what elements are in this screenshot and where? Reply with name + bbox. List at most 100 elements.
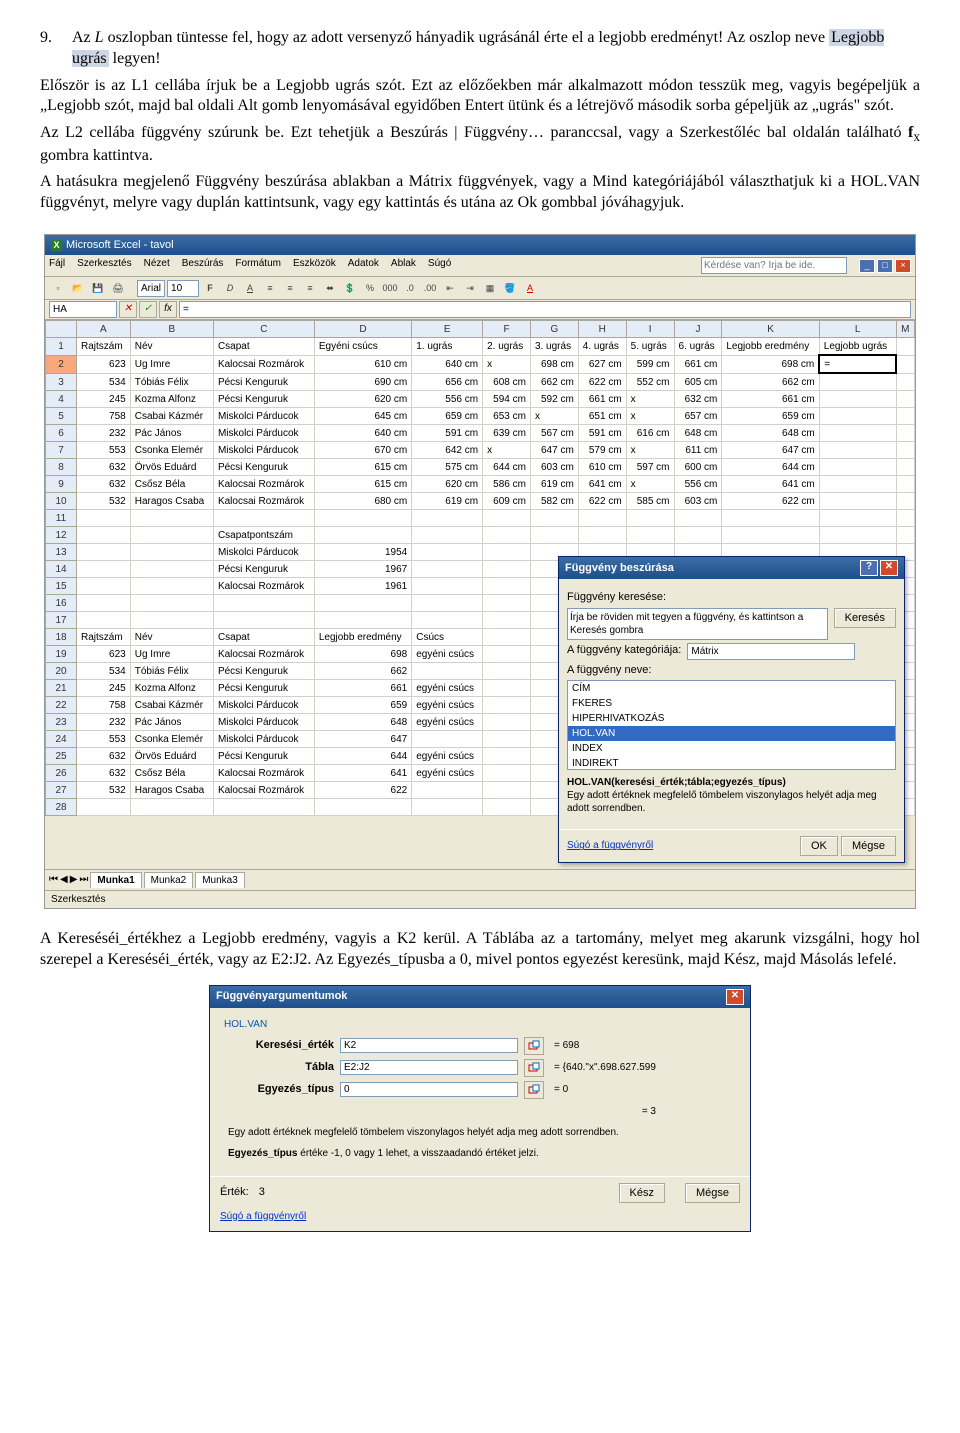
col-header[interactable]: J (674, 321, 722, 338)
cell[interactable]: egyéni csúcs (412, 748, 483, 765)
cell[interactable] (483, 663, 531, 680)
cell[interactable]: 661 (314, 680, 411, 697)
cell[interactable]: Miskolci Párducok (213, 544, 314, 561)
function-list-item[interactable]: FKERES (568, 696, 895, 711)
cancel-formula-icon[interactable]: ✕ (119, 301, 137, 318)
cell[interactable] (819, 493, 896, 510)
cell[interactable] (130, 510, 213, 527)
cell[interactable]: Csúcs (412, 629, 483, 646)
row-header[interactable]: 23 (46, 714, 77, 731)
argdlg-ok-button[interactable]: Kész (619, 1183, 665, 1203)
cell[interactable]: Haragos Csaba (130, 782, 213, 799)
col-header[interactable]: K (722, 321, 819, 338)
row-header[interactable]: 12 (46, 527, 77, 544)
cell[interactable]: 610 cm (578, 459, 626, 476)
cell[interactable]: 647 cm (722, 442, 819, 459)
cell[interactable]: Miskolci Párducok (213, 425, 314, 442)
cell[interactable]: 232 (77, 425, 131, 442)
col-header[interactable]: C (213, 321, 314, 338)
dec-decimal-icon[interactable]: .00 (421, 279, 439, 297)
thousands-icon[interactable]: 000 (381, 279, 399, 297)
cell[interactable]: 592 cm (530, 391, 578, 408)
cell[interactable] (896, 510, 914, 527)
row-header[interactable]: 9 (46, 476, 77, 493)
row-header[interactable]: 10 (46, 493, 77, 510)
cell[interactable]: Rajtszám (77, 629, 131, 646)
col-header[interactable]: I (626, 321, 674, 338)
cell[interactable]: 644 cm (722, 459, 819, 476)
menu-data[interactable]: Adatok (348, 257, 379, 274)
cell[interactable]: egyéni csúcs (412, 697, 483, 714)
name-box[interactable]: HA (49, 301, 117, 318)
cell[interactable]: 659 (314, 697, 411, 714)
cell[interactable] (819, 510, 896, 527)
cell[interactable]: 603 cm (530, 459, 578, 476)
cell[interactable]: 640 cm (412, 355, 483, 373)
cell[interactable]: = (819, 355, 896, 373)
cell[interactable]: 647 (314, 731, 411, 748)
menu-format[interactable]: Formátum (235, 257, 281, 274)
cell[interactable]: Csősz Béla (130, 765, 213, 782)
cell[interactable]: 599 cm (626, 355, 674, 373)
cell[interactable]: 6. ugrás (674, 338, 722, 356)
cell[interactable] (896, 408, 914, 425)
row-header[interactable]: 6 (46, 425, 77, 442)
fx-button[interactable]: fx (159, 301, 177, 318)
cell[interactable]: Csonka Elemér (130, 731, 213, 748)
cell[interactable]: 594 cm (483, 391, 531, 408)
help-search-input[interactable] (701, 257, 847, 274)
inc-decimal-icon[interactable]: .0 (401, 279, 419, 297)
cell[interactable]: 608 cm (483, 373, 531, 391)
cell[interactable]: Csapat (213, 338, 314, 356)
function-list-item[interactable]: CÍM (568, 681, 895, 696)
cell[interactable] (483, 527, 531, 544)
row-header[interactable]: 11 (46, 510, 77, 527)
cell[interactable]: 597 cm (626, 459, 674, 476)
cell[interactable]: 1. ugrás (412, 338, 483, 356)
arg-input[interactable] (340, 1082, 518, 1097)
cell[interactable]: 670 cm (314, 442, 411, 459)
cell[interactable] (213, 595, 314, 612)
fillcolor-icon[interactable]: 🪣 (501, 279, 519, 297)
cell[interactable] (722, 527, 819, 544)
ref-edit-icon[interactable] (524, 1081, 544, 1099)
menu-insert[interactable]: Beszúrás (182, 257, 224, 274)
cell[interactable]: 662 (314, 663, 411, 680)
cell[interactable] (77, 612, 131, 629)
cell[interactable]: Legjobb ugrás (819, 338, 896, 356)
cell[interactable]: Pécsi Kenguruk (213, 680, 314, 697)
tab-nav-last-icon[interactable]: ⏭ (79, 873, 88, 886)
cell[interactable]: 605 cm (674, 373, 722, 391)
cell[interactable] (896, 425, 914, 442)
cell[interactable]: 648 cm (674, 425, 722, 442)
cell[interactable]: 609 cm (483, 493, 531, 510)
minimize-button[interactable]: _ (859, 259, 875, 273)
cell[interactable]: 579 cm (578, 442, 626, 459)
cell[interactable]: 532 (77, 493, 131, 510)
cell[interactable] (530, 510, 578, 527)
cell[interactable]: 644 cm (483, 459, 531, 476)
cell[interactable]: Kozma Alfonz (130, 391, 213, 408)
cell[interactable]: Név (130, 338, 213, 356)
cell[interactable]: Kalocsai Rozmárok (213, 578, 314, 595)
cell[interactable]: Miskolci Párducok (213, 714, 314, 731)
col-header[interactable]: A (77, 321, 131, 338)
cell[interactable]: Pác János (130, 425, 213, 442)
cell[interactable] (130, 799, 213, 816)
row-header[interactable]: 19 (46, 646, 77, 663)
cell[interactable] (412, 595, 483, 612)
tab-nav-next-icon[interactable]: ▶ (70, 873, 78, 886)
cell[interactable]: Örvös Eduárd (130, 459, 213, 476)
cell[interactable]: 758 (77, 697, 131, 714)
cell[interactable]: 632 cm (674, 391, 722, 408)
cell[interactable]: Pécsi Kenguruk (213, 663, 314, 680)
col-header[interactable] (46, 321, 77, 338)
cell[interactable]: 3. ugrás (530, 338, 578, 356)
cell[interactable]: egyéni csúcs (412, 680, 483, 697)
new-icon[interactable]: ▫ (49, 279, 67, 297)
cell[interactable]: egyéni csúcs (412, 714, 483, 731)
cell[interactable]: Legjobb eredmény (314, 629, 411, 646)
cell[interactable]: 603 cm (674, 493, 722, 510)
cell[interactable] (483, 714, 531, 731)
cell[interactable]: Miskolci Párducok (213, 731, 314, 748)
